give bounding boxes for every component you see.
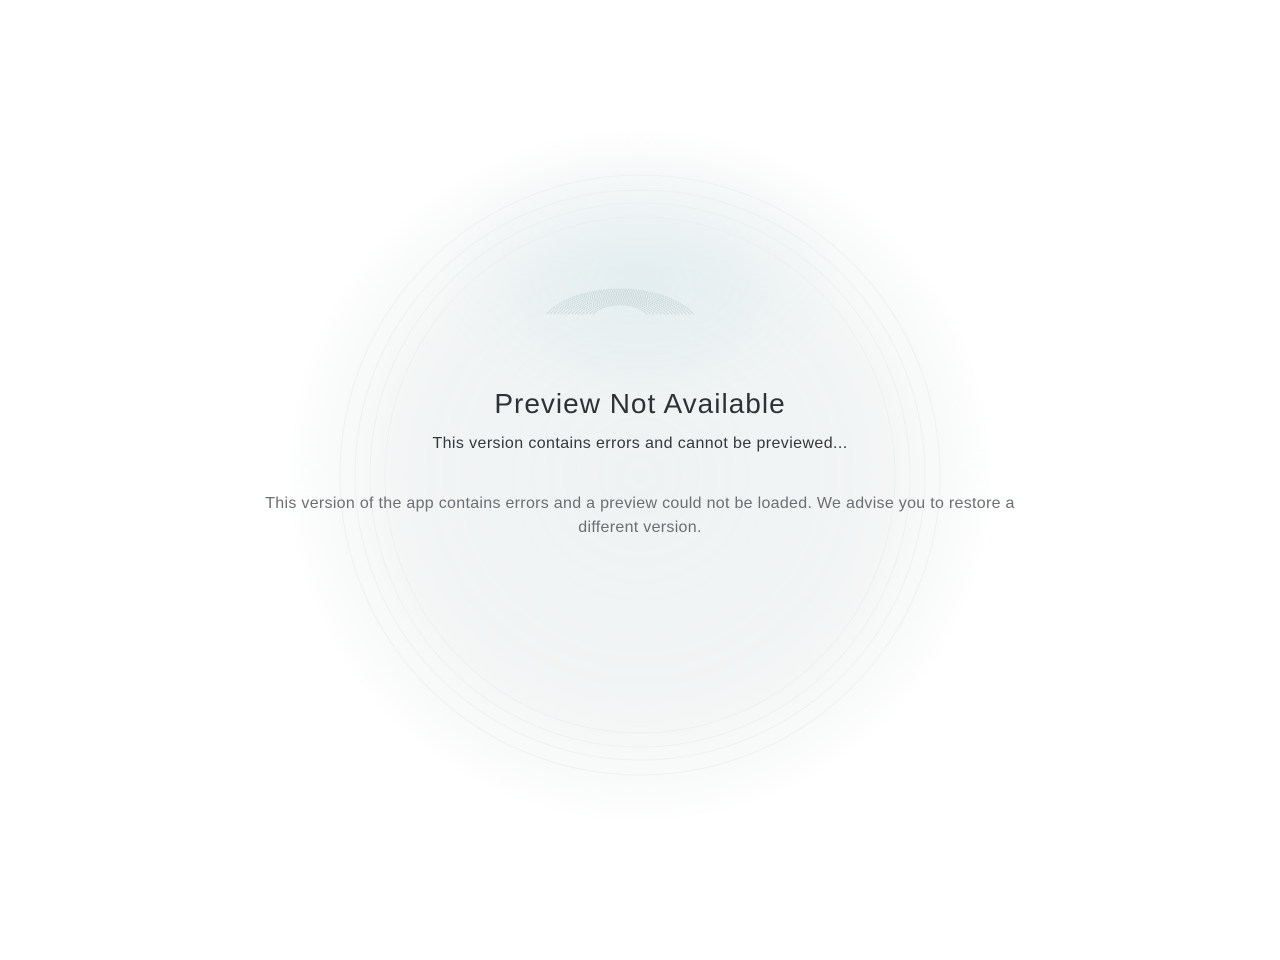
error-description: This version of the app contains errors … <box>265 495 1015 536</box>
preview-unavailable-page: Preview Not Available This version conta… <box>0 0 1280 960</box>
page-title: Preview Not Available <box>494 388 786 419</box>
page-subtitle: This version contains errors and cannot … <box>432 435 848 452</box>
error-message-block: Preview Not Available This version conta… <box>240 385 1040 540</box>
dot-pattern-icon <box>546 288 694 315</box>
